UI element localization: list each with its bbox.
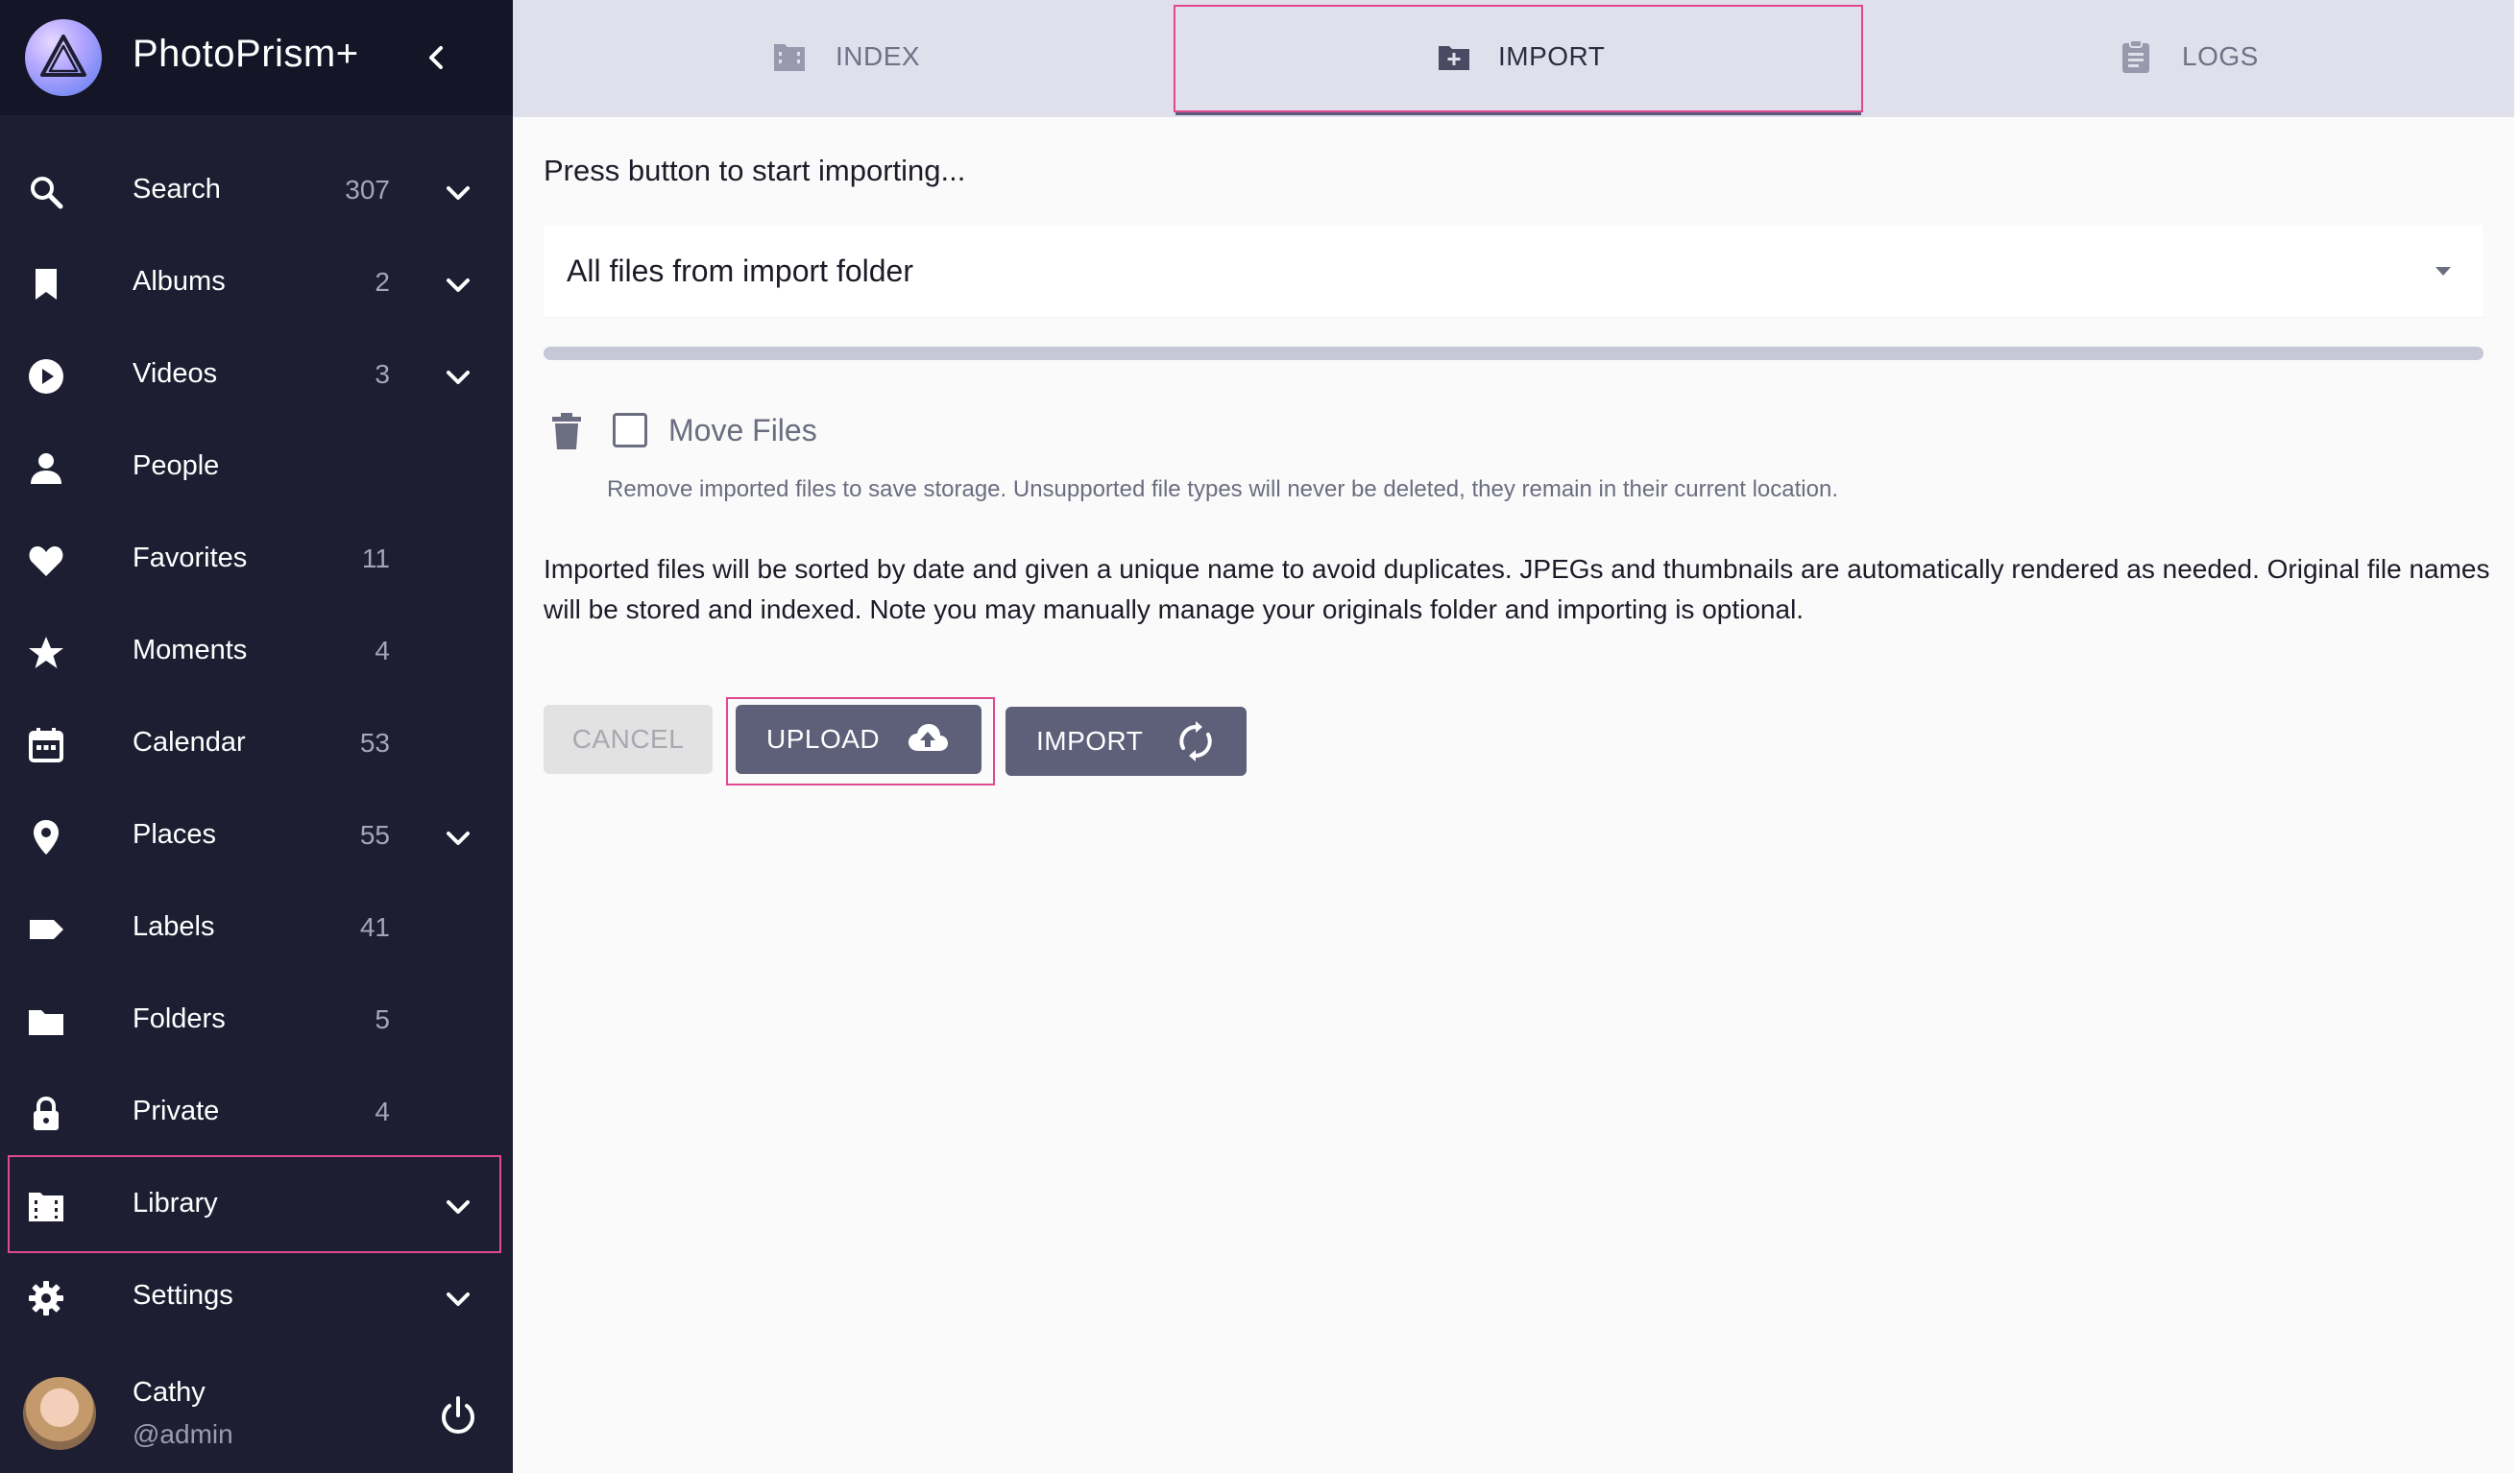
sidebar-item-label: Folders — [133, 1003, 226, 1034]
chevron-down-icon[interactable] — [440, 1189, 476, 1225]
chevron-down-icon[interactable] — [440, 267, 476, 303]
sidebar-item-label: Calendar — [133, 727, 246, 758]
sync-icon — [1179, 721, 1212, 761]
chevron-down-icon[interactable] — [440, 359, 476, 396]
import-source-select[interactable]: All files from import folder — [544, 225, 2484, 317]
move-files-label[interactable]: Move Files — [668, 413, 817, 448]
gear-icon — [29, 1281, 63, 1316]
film-folder-icon — [774, 44, 805, 71]
sidebar-item-count: 4 — [375, 636, 390, 665]
sidebar-item-count: 11 — [361, 543, 390, 573]
label-icon — [30, 920, 63, 939]
collapse-sidebar-button[interactable] — [413, 35, 459, 81]
user-account[interactable]: Cathy @admin — [0, 1354, 513, 1473]
sidebar-item-calendar[interactable]: Calendar 53 — [0, 699, 513, 791]
sidebar-item-label: Library — [133, 1188, 218, 1219]
sidebar-item-count: 2 — [375, 267, 390, 297]
sidebar-item-library[interactable]: Library — [0, 1160, 513, 1252]
import-status: Press button to start importing... — [544, 154, 966, 187]
cloud-upload-icon — [909, 724, 948, 751]
tab-label: LOGS — [2182, 41, 2259, 71]
sidebar-item-label: Favorites — [133, 543, 248, 573]
sidebar-item-count: 55 — [359, 820, 390, 850]
button-label: CANCEL — [571, 724, 685, 754]
import-button[interactable]: IMPORT — [1006, 707, 1247, 776]
tab-bar: INDEX IMPORT LOGS — [513, 0, 2514, 117]
active-tab-indicator — [1175, 110, 1861, 115]
library-icon — [29, 1193, 63, 1221]
sidebar-item-favorites[interactable]: Favorites 11 — [0, 515, 513, 607]
sidebar-item-count: 5 — [375, 1004, 390, 1034]
search-icon — [31, 177, 63, 209]
chevron-down-icon[interactable] — [440, 175, 476, 211]
star-icon — [29, 637, 63, 668]
user-name: Cathy — [133, 1377, 206, 1408]
sidebar: PhotoPrism+ Search 307 Albums 2 Videos 3… — [0, 0, 513, 1473]
chevron-down-icon[interactable] — [440, 1281, 476, 1317]
folder-plus-icon — [1439, 46, 1469, 70]
folder-icon — [29, 1010, 63, 1035]
sidebar-item-albums[interactable]: Albums 2 — [0, 238, 513, 330]
sidebar-item-label: Search — [133, 174, 221, 205]
tab-logs[interactable]: LOGS — [1861, 0, 2514, 117]
button-label: UPLOAD — [766, 724, 881, 754]
import-progress-bar — [544, 347, 2484, 360]
sidebar-item-count: 41 — [359, 912, 390, 942]
sidebar-item-search[interactable]: Search 307 — [0, 146, 513, 238]
map-pin-icon — [34, 820, 59, 855]
avatar[interactable] — [23, 1377, 96, 1450]
select-value: All files from import folder — [567, 254, 913, 288]
upload-button[interactable]: UPLOAD — [736, 705, 981, 774]
sidebar-item-count: 3 — [375, 359, 390, 389]
sidebar-item-count: 307 — [345, 175, 390, 205]
sidebar-item-label: Labels — [133, 911, 215, 942]
person-icon — [31, 453, 61, 484]
sidebar-item-label: Albums — [133, 266, 226, 297]
sidebar-item-videos[interactable]: Videos 3 — [0, 330, 513, 423]
heart-icon — [29, 546, 63, 576]
sidebar-item-people[interactable]: People — [0, 423, 513, 515]
sidebar-item-label: Moments — [133, 635, 248, 665]
user-handle: @admin — [133, 1419, 233, 1449]
play-circle-icon — [29, 359, 63, 394]
move-files-hint: Remove imported files to save storage. U… — [607, 476, 1838, 502]
clipboard-icon — [2122, 39, 2149, 73]
sidebar-item-label: Places — [133, 819, 217, 850]
sidebar-item-labels[interactable]: Labels 41 — [0, 883, 513, 976]
sidebar-item-label: Settings — [133, 1280, 233, 1311]
power-icon[interactable] — [436, 1394, 480, 1438]
sidebar-item-count: 53 — [359, 728, 390, 758]
chevron-left-icon — [429, 46, 443, 69]
brand-header: PhotoPrism+ — [0, 0, 513, 115]
sidebar-item-count: 4 — [375, 1097, 390, 1126]
photoprism-logo-icon[interactable] — [25, 19, 102, 96]
sidebar-item-folders[interactable]: Folders 5 — [0, 976, 513, 1068]
calendar-icon — [29, 728, 63, 762]
tab-label: IMPORT — [1498, 41, 1606, 71]
lock-icon — [34, 1096, 59, 1130]
cancel-button[interactable]: CANCEL — [544, 705, 713, 774]
button-label: IMPORT — [1036, 726, 1144, 756]
sidebar-item-label: Videos — [133, 358, 218, 389]
move-files-checkbox[interactable] — [613, 413, 647, 447]
import-description: Imported files will be sorted by date an… — [544, 554, 2490, 624]
tab-index[interactable]: INDEX — [513, 0, 1175, 117]
app-title: PhotoPrism+ — [133, 33, 359, 75]
chevron-down-icon[interactable] — [440, 820, 476, 857]
window-edge — [2514, 0, 2520, 1473]
sidebar-item-settings[interactable]: Settings — [0, 1252, 513, 1344]
sidebar-item-moments[interactable]: Moments 4 — [0, 607, 513, 699]
sidebar-item-places[interactable]: Places 55 — [0, 791, 513, 883]
tab-label: INDEX — [836, 41, 921, 71]
sidebar-item-label: People — [133, 450, 220, 481]
caret-down-icon — [2435, 267, 2451, 276]
tab-import[interactable]: IMPORT — [1175, 0, 1861, 117]
bookmark-icon — [36, 269, 57, 300]
sidebar-item-label: Private — [133, 1096, 220, 1126]
trash-icon — [552, 413, 581, 449]
sidebar-item-private[interactable]: Private 4 — [0, 1068, 513, 1160]
